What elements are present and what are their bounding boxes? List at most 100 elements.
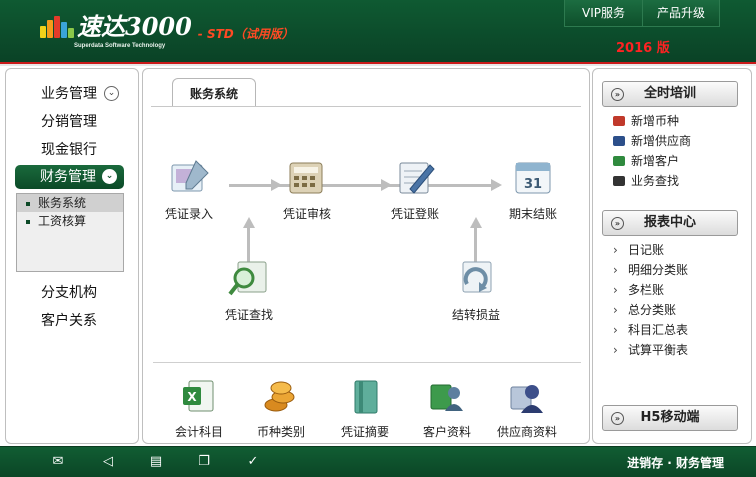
tools-divider [153, 362, 581, 363]
voucher-audit-button[interactable]: 凭证审核 [265, 155, 349, 222]
account-subjects-button[interactable]: X 会计科目 [161, 377, 237, 440]
sidebar-item-label: 分销管理 [41, 114, 97, 130]
double-chevron-icon: » [611, 88, 624, 101]
currency-types-button[interactable]: 币种类别 [243, 377, 319, 440]
status-bar: ✉ ◁ ▤ ❐ ✓ 进销存 · 财务管理 [0, 446, 756, 477]
report-item-multi-column[interactable]: › 多栏账 [613, 280, 688, 300]
bullet-icon [26, 219, 30, 224]
report-item-journal[interactable]: › 日记账 [613, 240, 688, 260]
logo: 速达3000 - STD（试用版） [40, 14, 294, 42]
tab-accounting-system[interactable]: 账务系统 [172, 78, 256, 107]
period-close-button[interactable]: 31 期末结账 [491, 155, 575, 222]
submenu-item-payroll[interactable]: 工资核算 [17, 212, 123, 230]
window-icon[interactable]: ❐ [196, 455, 212, 469]
supplier-data-button[interactable]: 供应商资料 [489, 377, 565, 440]
chevron-right-icon: › [613, 323, 618, 337]
sidebar-item-cash-bank[interactable]: 现金银行 [6, 138, 138, 162]
right-sidebar: » 全时培训 新增币种 新增供应商 新增客户 业务查找 » 报表中心 › 日记账 … [592, 68, 752, 444]
profit-loss-transfer-label: 结转损益 [451, 308, 500, 322]
bullet-icon [26, 201, 30, 206]
vip-service-button[interactable]: VIP服务 [565, 0, 642, 26]
voucher-summary-button[interactable]: 凭证摘要 [327, 377, 403, 440]
training-title: 全时培训 [643, 86, 696, 101]
top-button-group: VIP服务 产品升级 [564, 0, 720, 27]
chevron-down-icon[interactable]: ⌄ [104, 86, 119, 101]
reports-title: 报表中心 [643, 215, 696, 230]
submenu-item-accounting[interactable]: 账务系统 [17, 194, 123, 212]
training-item-new-supplier[interactable]: 新增供应商 [613, 131, 691, 151]
book-icon [613, 116, 625, 126]
report-item-general-ledger[interactable]: › 总分类账 [613, 300, 688, 320]
accounting-workspace: 账务系统 凭证录入 凭证审核 凭证登账 31 期末结账 凭证查找 结转损益 X … [142, 68, 590, 444]
sidebar-item-distribution[interactable]: 分销管理 [6, 110, 138, 134]
chevron-down-icon[interactable]: ⌄ [102, 169, 117, 184]
training-header[interactable]: » 全时培训 [602, 81, 738, 107]
mobile-h5-title: H5移动端 [640, 410, 700, 425]
supplier-icon [510, 385, 543, 413]
sidebar-item-branch[interactable]: 分支机构 [6, 281, 138, 305]
report-item-trial-balance[interactable]: › 试算平衡表 [613, 340, 688, 360]
reports-header[interactable]: » 报表中心 [602, 210, 738, 236]
book-icon [613, 176, 625, 186]
mobile-h5-header[interactable]: » H5移动端 [602, 405, 738, 431]
voucher-post-label: 凭证登账 [390, 207, 439, 221]
list-item-label: 试算平衡表 [628, 343, 689, 357]
list-item-label: 新增币种 [631, 114, 680, 128]
training-item-new-currency[interactable]: 新增币种 [613, 111, 691, 131]
sidebar-item-crm[interactable]: 客户关系 [6, 309, 138, 333]
mail-icon[interactable]: ✉ [50, 455, 66, 469]
chevron-right-icon: › [613, 303, 618, 317]
logo-subtitle: Superdata Software Technology [74, 43, 166, 49]
training-item-new-customer[interactable]: 新增客户 [613, 151, 691, 171]
currency-types-label: 币种类别 [256, 425, 305, 439]
sidebar-item-label: 分支机构 [41, 285, 97, 301]
submenu-item-label: 账务系统 [38, 196, 87, 210]
account-subjects-label: 会计科目 [174, 425, 223, 439]
voucher-entry-button[interactable]: 凭证录入 [147, 155, 231, 222]
report-item-subject-summary[interactable]: › 科目汇总表 [613, 320, 688, 340]
training-item-business-search[interactable]: 业务查找 [613, 171, 691, 191]
customer-data-label: 客户资料 [422, 425, 471, 439]
tab-divider [151, 106, 581, 107]
chevron-right-icon: › [613, 343, 618, 357]
book-icon [613, 136, 625, 146]
voucher-search-label: 凭证查找 [224, 308, 273, 322]
voucher-entry-label: 凭证录入 [164, 207, 213, 221]
logo-edition: - STD（试用版） [197, 27, 294, 41]
product-upgrade-button[interactable]: 产品升级 [642, 0, 719, 26]
list-item-label: 科目汇总表 [628, 323, 689, 337]
voucher-entry-icon [171, 160, 209, 192]
app-header: 速达3000 - STD（试用版） Superdata Software Tec… [0, 0, 756, 64]
reports-list: › 日记账 › 明细分类账 › 多栏账 › 总分类账 › 科目汇总表 › 试算平衡表 [613, 240, 688, 360]
profit-loss-transfer-button[interactable]: 结转损益 [434, 256, 518, 323]
customer-data-button[interactable]: 客户资料 [409, 377, 485, 440]
sidebar-item-label: 业务管理 [41, 86, 97, 102]
list-item-label: 日记账 [628, 243, 665, 257]
list-item-label: 明细分类账 [628, 263, 689, 277]
check-circle-icon[interactable]: ✓ [245, 455, 261, 469]
voucher-search-button[interactable]: 凭证查找 [207, 256, 291, 323]
footer-product-text: 进销存 · 财务管理 [627, 456, 724, 470]
voucher-post-button[interactable]: 凭证登账 [373, 155, 457, 222]
magnifier-icon [228, 261, 267, 296]
calendar-icon: 31 [515, 162, 551, 194]
double-chevron-icon: » [611, 217, 624, 230]
speaker-icon[interactable]: ◁ [100, 455, 116, 469]
sidebar-item-finance[interactable]: 财务管理 ⌄ [15, 165, 124, 189]
report-item-detail-ledger[interactable]: › 明细分类账 [613, 260, 688, 280]
pen-document-icon [399, 162, 435, 194]
submenu-item-label: 工资核算 [38, 214, 87, 228]
sidebar: 业务管理 ⌄ 分销管理 现金银行 财务管理 ⌄ 账务系统 工资核算 分支机构 客… [5, 68, 139, 444]
book-icon[interactable]: ▤ [148, 455, 164, 469]
list-item-label: 业务查找 [631, 174, 680, 188]
flow-arrow-up [243, 217, 255, 228]
finance-submenu: 账务系统 工资核算 [16, 193, 124, 272]
sidebar-item-business[interactable]: 业务管理 ⌄ [6, 82, 138, 106]
coins-icon [264, 381, 295, 412]
sidebar-item-label: 现金银行 [41, 142, 97, 158]
list-item-label: 新增客户 [631, 154, 680, 168]
list-item-label: 多栏账 [628, 283, 665, 297]
calculator-icon [289, 162, 323, 194]
period-close-label: 期末结账 [508, 207, 557, 221]
main-frame: 业务管理 ⌄ 分销管理 现金银行 财务管理 ⌄ 账务系统 工资核算 分支机构 客… [0, 66, 756, 446]
